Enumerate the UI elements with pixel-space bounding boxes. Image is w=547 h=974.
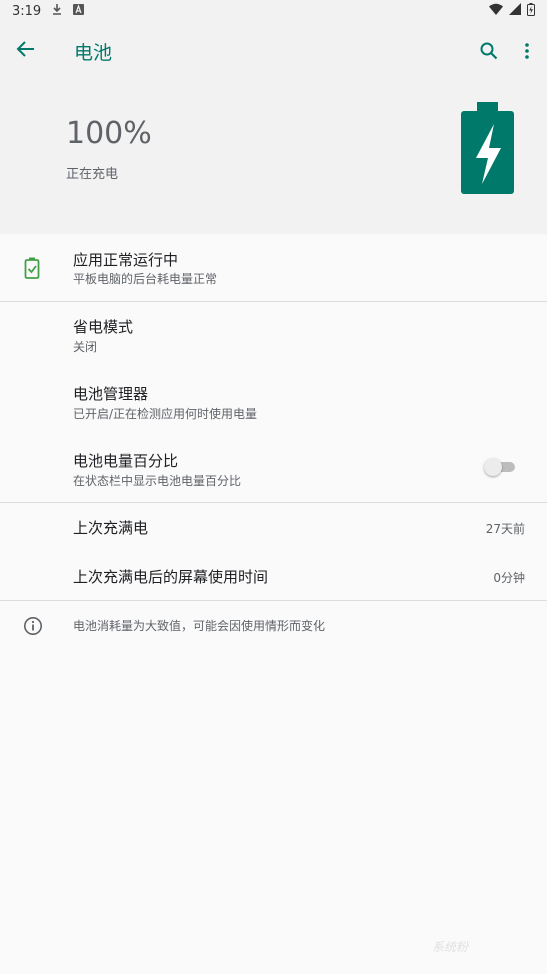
battery-large-icon: [460, 102, 515, 194]
battery-charging-icon: [527, 2, 535, 20]
back-button[interactable]: [14, 39, 38, 63]
status-bar: 3:19: [0, 0, 547, 22]
search-icon: [477, 42, 501, 67]
battery-check-icon: [24, 257, 40, 283]
info-icon: [23, 616, 43, 640]
screen-usage-title: 上次充满电后的屏幕使用时间: [73, 568, 269, 586]
a-notification-icon: [73, 3, 85, 19]
battery-percentage-subtitle: 在状态栏中显示电池电量百分比: [73, 474, 242, 488]
battery-level: 100%: [66, 116, 152, 151]
last-full-charge-row: 上次充满电 27天前: [0, 503, 547, 552]
battery-percentage-title: 电池电量百分比: [73, 452, 179, 470]
battery-manager-row[interactable]: 电池管理器 已开启/正在检测应用何时使用电量: [0, 369, 547, 436]
power-saving-title: 省电模式: [73, 318, 134, 336]
last-full-charge-title: 上次充满电: [73, 519, 149, 537]
app-status-subtitle: 平板电脑的后台耗电量正常: [73, 272, 218, 286]
last-full-charge-value: 27天前: [485, 522, 525, 536]
battery-header: 100% 正在充电: [0, 80, 547, 234]
signal-icon: [509, 3, 521, 19]
page-title: 电池: [74, 42, 113, 64]
app-status-title: 应用正常运行中: [73, 251, 179, 269]
power-saving-subtitle: 关闭: [73, 340, 98, 354]
power-saving-row[interactable]: 省电模式 关闭: [0, 302, 547, 369]
more-options-button[interactable]: [515, 39, 539, 63]
more-vert-icon: [515, 43, 539, 67]
screen-usage-value: 0分钟: [493, 571, 525, 585]
battery-info-text: 电池消耗量为大致值，可能会因使用情形而变化: [73, 619, 326, 633]
search-button[interactable]: [477, 39, 501, 63]
wifi-icon: [489, 3, 503, 19]
watermark: 系统粉: [432, 940, 469, 954]
app-status-row[interactable]: 应用正常运行中 平板电脑的后台耗电量正常: [0, 234, 547, 301]
charging-status: 正在充电: [66, 167, 119, 182]
screen-usage-row: 上次充满电后的屏幕使用时间 0分钟: [0, 552, 547, 600]
toggle-thumb: [484, 458, 502, 476]
divider: [0, 600, 547, 601]
battery-percentage-row[interactable]: 电池电量百分比 在状态栏中显示电池电量百分比: [0, 436, 547, 502]
status-time: 3:19: [12, 3, 42, 19]
download-icon: [51, 3, 63, 19]
arrow-back-icon: [16, 39, 36, 63]
battery-manager-title: 电池管理器: [73, 385, 149, 403]
battery-manager-subtitle: 已开启/正在检测应用何时使用电量: [73, 407, 258, 421]
battery-percentage-toggle[interactable]: [484, 458, 516, 476]
app-bar: 电池: [0, 22, 547, 80]
